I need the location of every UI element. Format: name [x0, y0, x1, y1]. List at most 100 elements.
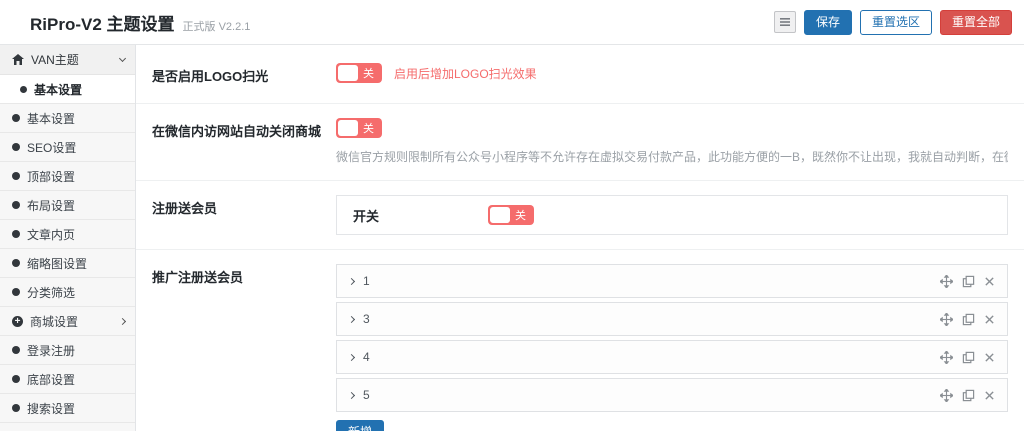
- promo-item-number: 3: [363, 312, 370, 326]
- sidebar-item-label: 布局设置: [27, 197, 125, 214]
- sidebar-item-label: 缩略图设置: [27, 255, 125, 272]
- setting-label: 注册送会员: [152, 195, 336, 217]
- top-actions: 保存 重置选区 重置全部: [774, 10, 1012, 35]
- copy-icon[interactable]: [962, 351, 975, 364]
- promo-item-expander[interactable]: 4: [349, 350, 370, 364]
- toc-menu-icon[interactable]: [774, 11, 796, 33]
- copy-icon[interactable]: [962, 389, 975, 402]
- reset-selection-button[interactable]: 重置选区: [860, 10, 932, 35]
- dot-icon: [12, 259, 20, 267]
- settings-panel: 是否启用LOGO扫光 关 启用后增加LOGO扫光效果 在微信内访网站自动关闭商城…: [136, 45, 1024, 431]
- setting-row-register-vip: 注册送会员 开关 关: [136, 181, 1024, 250]
- chevron-right-icon: [348, 277, 355, 284]
- sidebar-item-label: 登录注册: [27, 342, 125, 359]
- move-icon[interactable]: [940, 389, 953, 402]
- sidebar-item-label: 顶部设置: [27, 168, 125, 185]
- sidebar-item-basic[interactable]: 基本设置: [0, 103, 135, 132]
- chevron-down-icon: [119, 55, 126, 62]
- save-button[interactable]: 保存: [804, 10, 852, 35]
- sidebar-item-label: 文章内页: [27, 226, 125, 243]
- toggle-off-label: 关: [363, 65, 374, 81]
- home-icon: [12, 54, 24, 65]
- close-icon[interactable]: [984, 390, 995, 401]
- sidebar-item-category-filter[interactable]: 分类筛选: [0, 277, 135, 306]
- sidebar-item-thumbnail[interactable]: 缩略图设置: [0, 248, 135, 277]
- dot-icon: [12, 143, 20, 151]
- toggle-knob: [338, 120, 358, 136]
- plus-circle-icon: +: [12, 316, 23, 327]
- sidebar-item-login-register[interactable]: 登录注册: [0, 335, 135, 364]
- setting-row-promo-vip: 推广注册送会员 1: [136, 250, 1024, 431]
- layout: VAN主题 基本设置 基本设置 SEO设置 顶部设置 布局设置 文章内页: [0, 45, 1024, 431]
- sidebar-item-article[interactable]: 文章内页: [0, 219, 135, 248]
- promo-item-expander[interactable]: 3: [349, 312, 370, 326]
- sidebar-item-label: SEO设置: [27, 139, 125, 156]
- dot-icon: [12, 114, 20, 122]
- register-vip-panel: 开关 关: [336, 195, 1008, 235]
- promo-item-number: 5: [363, 388, 370, 402]
- sidebar-item-footer[interactable]: 底部设置: [0, 364, 135, 393]
- close-icon[interactable]: [984, 314, 995, 325]
- copy-icon[interactable]: [962, 275, 975, 288]
- promo-item-number: 1: [363, 274, 370, 288]
- setting-label: 推广注册送会员: [152, 264, 336, 286]
- reset-all-button[interactable]: 重置全部: [940, 10, 1012, 35]
- dot-icon: [12, 288, 20, 296]
- sidebar-item-seo[interactable]: SEO设置: [0, 132, 135, 161]
- move-icon[interactable]: [940, 313, 953, 326]
- list-icon: [779, 16, 791, 28]
- move-icon[interactable]: [940, 275, 953, 288]
- setting-description: 启用后增加LOGO扫光效果: [394, 65, 537, 82]
- sidebar-item-header[interactable]: 顶部设置: [0, 161, 135, 190]
- chevron-right-icon: [348, 391, 355, 398]
- toggle-off-label: 关: [515, 207, 526, 223]
- sidebar-group-label: VAN主题: [31, 51, 79, 68]
- sidebar-group-van-theme[interactable]: VAN主题: [0, 45, 135, 75]
- dot-icon: [12, 201, 20, 209]
- promo-item-row: 3: [336, 302, 1008, 336]
- dot-icon: [12, 404, 20, 412]
- switch-label: 开关: [353, 206, 488, 225]
- wechat-close-shop-toggle[interactable]: 关: [336, 118, 382, 138]
- register-vip-toggle[interactable]: 关: [488, 205, 534, 225]
- close-icon[interactable]: [984, 352, 995, 363]
- promo-item-row: 4: [336, 340, 1008, 374]
- close-icon[interactable]: [984, 276, 995, 287]
- version-label: 正式版 V2.2.1: [183, 18, 251, 34]
- sidebar-item-basic-active[interactable]: 基本设置: [0, 75, 135, 103]
- title-wrap: RiPro-V2 主题设置 正式版 V2.2.1: [30, 10, 250, 35]
- sidebar-item-ads[interactable]: 广告设置: [0, 422, 135, 431]
- sidebar-item-label: 商城设置: [30, 313, 113, 330]
- toggle-knob: [338, 65, 358, 81]
- sidebar-item-shop[interactable]: + 商城设置: [0, 306, 135, 335]
- promo-item-row: 1: [336, 264, 1008, 298]
- promo-item-expander[interactable]: 5: [349, 388, 370, 402]
- sidebar-item-label: 基本设置: [27, 110, 125, 127]
- promo-item-number: 4: [363, 350, 370, 364]
- sidebar-item-label: 搜索设置: [27, 400, 125, 417]
- dot-icon: [20, 86, 27, 93]
- copy-icon[interactable]: [962, 313, 975, 326]
- setting-row-wechat-close-shop: 在微信内访网站自动关闭商城 关 微信官方规则限制所有公众号小程序等不允许存在虚拟…: [136, 104, 1024, 181]
- toggle-off-label: 关: [363, 120, 374, 136]
- sidebar-item-search[interactable]: 搜索设置: [0, 393, 135, 422]
- setting-label: 是否启用LOGO扫光: [152, 63, 336, 85]
- sidebar: VAN主题 基本设置 基本设置 SEO设置 顶部设置 布局设置 文章内页: [0, 45, 136, 431]
- logo-sweep-toggle[interactable]: 关: [336, 63, 382, 83]
- dot-icon: [12, 346, 20, 354]
- dot-icon: [12, 230, 20, 238]
- promo-item-expander[interactable]: 1: [349, 274, 370, 288]
- add-item-button[interactable]: 新增: [336, 420, 384, 431]
- toggle-knob: [490, 207, 510, 223]
- chevron-right-icon: [348, 353, 355, 360]
- setting-label: 在微信内访网站自动关闭商城: [152, 118, 336, 140]
- chevron-right-icon: [348, 315, 355, 322]
- setting-description: 微信官方规则限制所有公众号小程序等不允许存在虚拟交易付款产品，此功能方便的一B，…: [336, 148, 1008, 166]
- sidebar-active-item-label: 基本设置: [34, 81, 82, 98]
- sidebar-item-label: 分类筛选: [27, 284, 125, 301]
- sidebar-item-layout[interactable]: 布局设置: [0, 190, 135, 219]
- move-icon[interactable]: [940, 351, 953, 364]
- dot-icon: [12, 172, 20, 180]
- chevron-right-icon: [119, 317, 126, 324]
- sidebar-item-label: 底部设置: [27, 371, 125, 388]
